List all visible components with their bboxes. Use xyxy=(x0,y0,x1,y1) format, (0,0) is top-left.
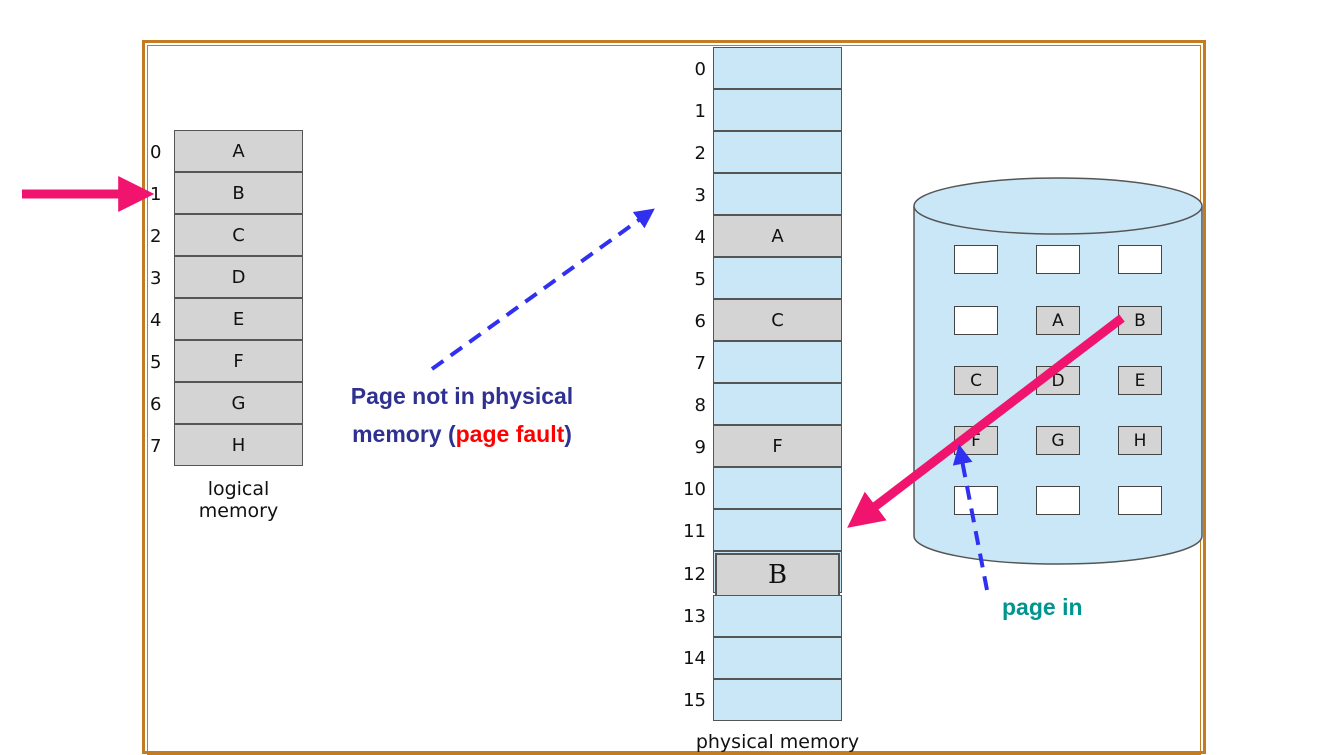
note-text: memory ( xyxy=(352,421,456,447)
note-line: memory (page fault) xyxy=(322,415,602,453)
note-line: Page not in physical xyxy=(350,383,574,409)
page-fault-arrow xyxy=(430,208,655,371)
page-load-arrow xyxy=(847,314,1125,528)
page-in-label: page in xyxy=(1002,594,1083,620)
arrows-layer xyxy=(22,176,1125,591)
note-text: ) xyxy=(564,421,572,447)
page-fault-label: page fault xyxy=(455,421,565,447)
page-in-arrow xyxy=(952,444,989,591)
page-fault-note: Page not in physical memory (page fault) xyxy=(322,377,602,453)
